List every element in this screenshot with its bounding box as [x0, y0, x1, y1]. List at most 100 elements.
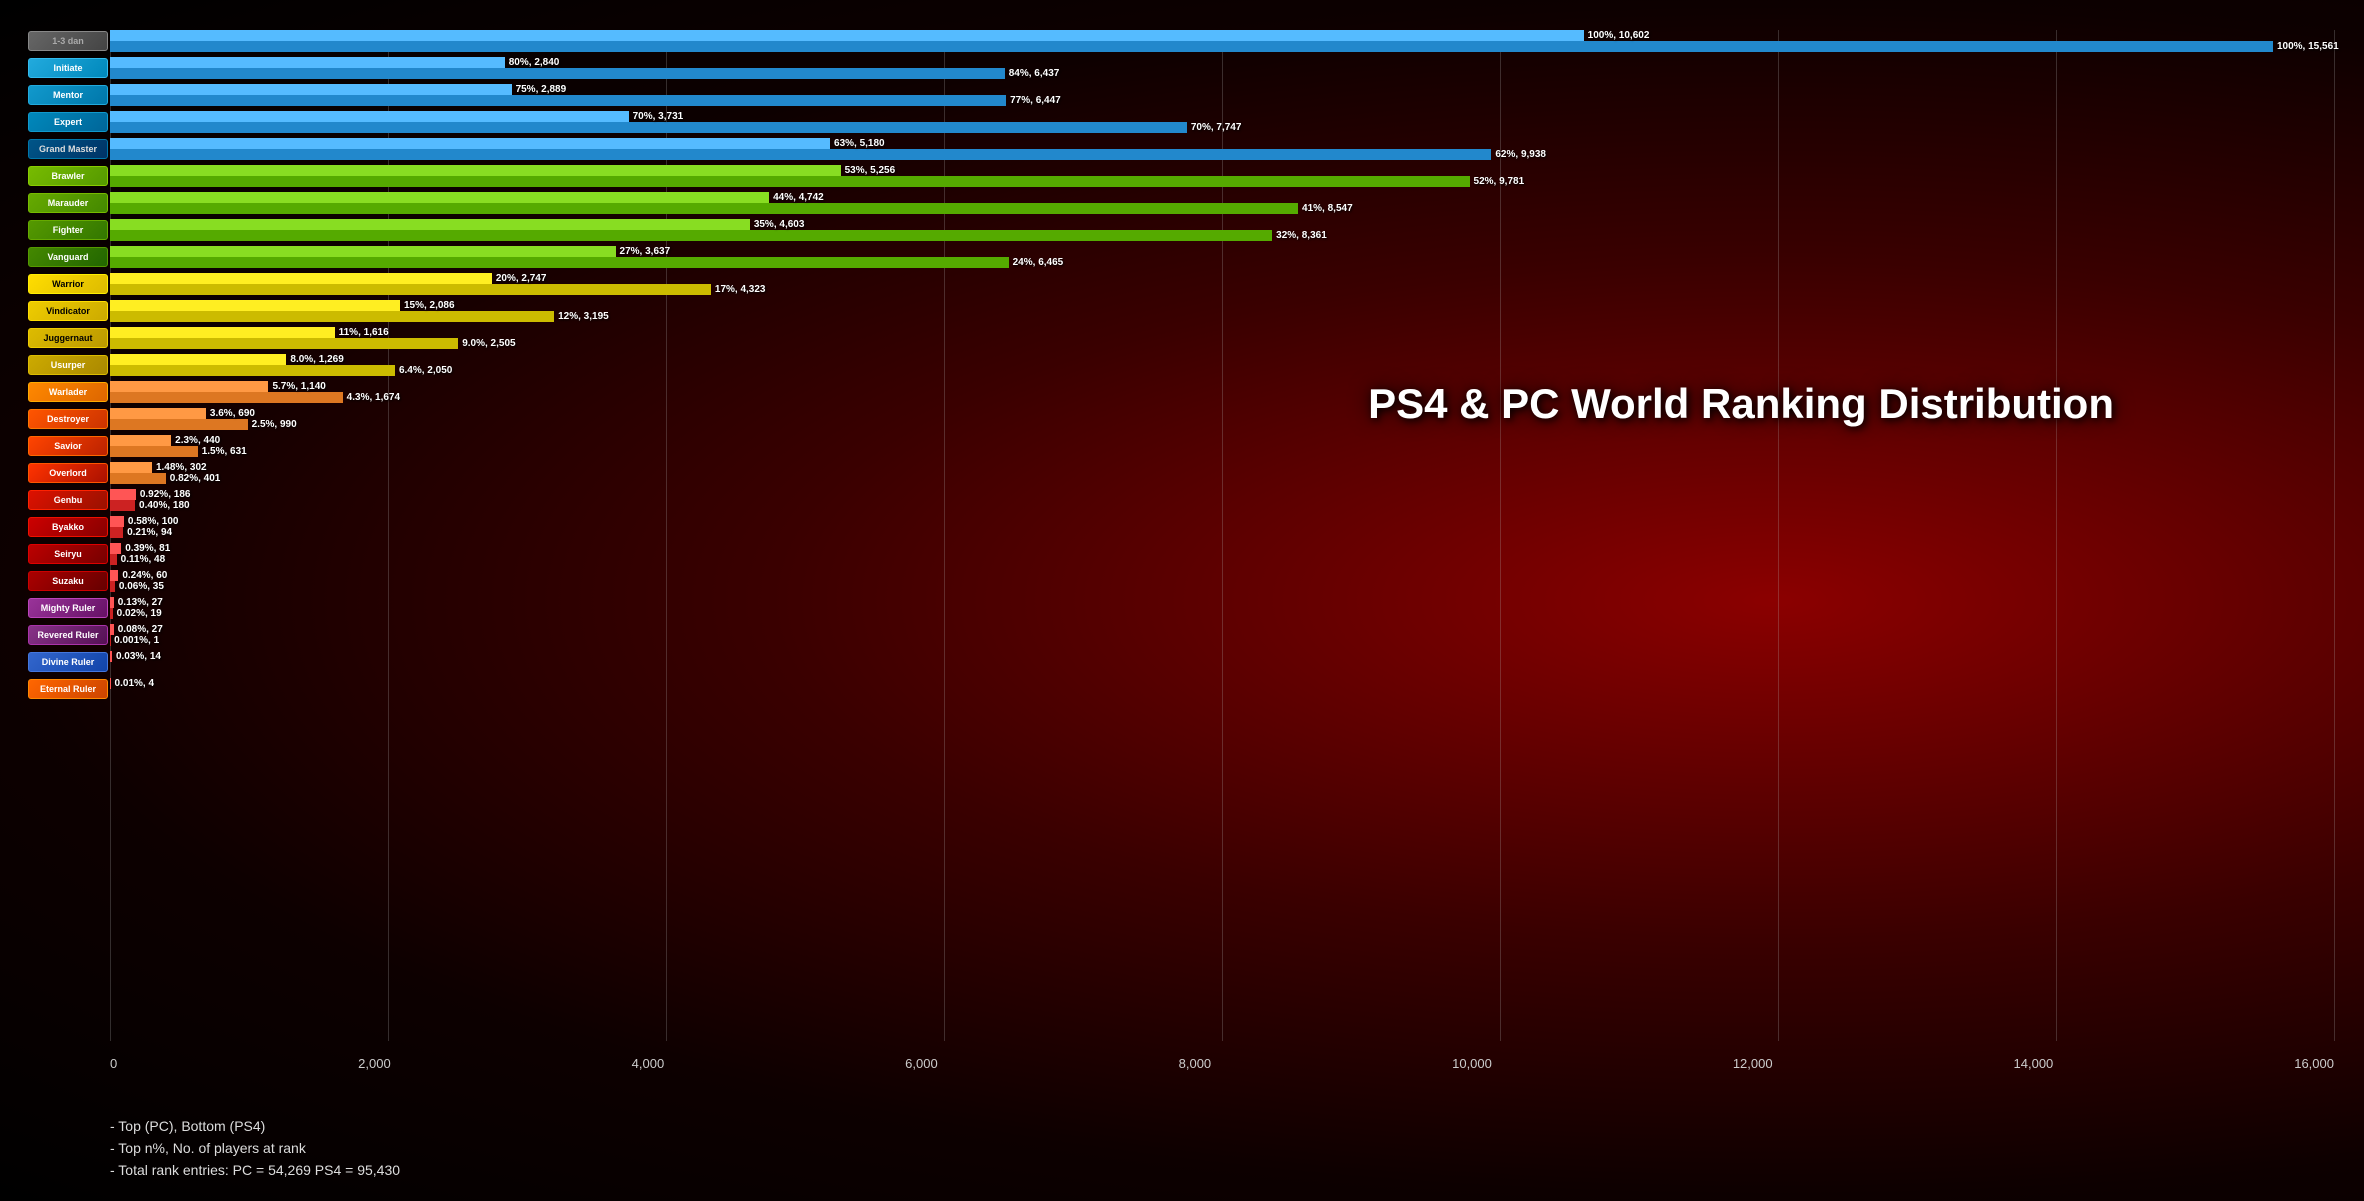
pc-label-13: 5.7%, 1,140: [268, 381, 325, 392]
rank-badge-5: Brawler: [28, 166, 108, 186]
ps4-label-10: 12%, 3,195: [554, 311, 609, 322]
bar-row-mighty-ruler: Mighty Ruler0.13%, 270.02%, 19: [110, 597, 2334, 619]
ps4-bar-11: [110, 338, 458, 349]
bar-row-seiryu: Seiryu0.39%, 810.11%, 48: [110, 543, 2334, 565]
ps4-bar-6: [110, 203, 1298, 214]
pc-bar-10: [110, 300, 400, 311]
ps4-label-13: 4.3%, 1,674: [343, 392, 400, 403]
rank-badge-7: Fighter: [28, 220, 108, 240]
pc-bar-18: [110, 516, 124, 527]
x-label-3: 6,000: [905, 1056, 938, 1071]
ps4-bar-18: [110, 527, 123, 538]
pc-label-12: 8.0%, 1,269: [286, 354, 343, 365]
bar-row-brawler: Brawler53%, 5,25652%, 9,781: [110, 165, 2334, 187]
pc-label-8: 27%, 3,637: [616, 246, 671, 257]
bars-container: 1-3 dan100%, 10,602100%, 15,561 Initiate8…: [110, 30, 2334, 1041]
bar-row-initiate: Initiate80%, 2,84084%, 6,437: [110, 57, 2334, 79]
ps4-label-18: 0.21%, 94: [123, 527, 172, 538]
legend-line3: - Total rank entries: PC = 54,269 PS4 = …: [110, 1159, 400, 1181]
pc-label-2: 75%, 2,889: [512, 84, 567, 95]
ps4-label-17: 0.40%, 180: [135, 500, 190, 511]
ps4-label-6: 41%, 8,547: [1298, 203, 1353, 214]
ps4-bar-2: [110, 95, 1006, 106]
x-label-8: 16,000: [2294, 1056, 2334, 1071]
bar-row-eternal-ruler: Eternal Ruler0.01%, 4: [110, 678, 2334, 700]
ps4-label-4: 62%, 9,938: [1491, 149, 1546, 160]
ps4-bar-15: [110, 446, 198, 457]
ps4-label-20: 0.06%, 35: [115, 581, 164, 592]
ps4-bar-14: [110, 419, 248, 430]
pc-bar-19: [110, 543, 121, 554]
pc-label-10: 15%, 2,086: [400, 300, 455, 311]
pc-label-24: 0.01%, 4: [111, 678, 154, 689]
pc-bar-20: [110, 570, 118, 581]
pc-bar-2: [110, 84, 512, 95]
rank-badge-19: Seiryu: [28, 544, 108, 564]
pc-label-17: 0.92%, 186: [136, 489, 191, 500]
rank-badge-12: Usurper: [28, 355, 108, 375]
pc-bar-5: [110, 165, 841, 176]
pc-label-22: 0.08%, 27: [114, 624, 163, 635]
bar-row-savior: Savior2.3%, 4401.5%, 631: [110, 435, 2334, 457]
pc-bar-6: [110, 192, 769, 203]
ps4-bar-9: [110, 284, 711, 295]
pc-label-14: 3.6%, 690: [206, 408, 255, 419]
rank-badge-16: Overlord: [28, 463, 108, 483]
ps4-bar-5: [110, 176, 1470, 187]
pc-bar-13: [110, 381, 268, 392]
ps4-label-9: 17%, 4,323: [711, 284, 766, 295]
bar-row-vanguard: Vanguard27%, 3,63724%, 6,465: [110, 246, 2334, 268]
ps4-bar-17: [110, 500, 135, 511]
ps4-label-8: 24%, 6,465: [1009, 257, 1064, 268]
rank-badge-6: Marauder: [28, 193, 108, 213]
ps4-label-14: 2.5%, 990: [248, 419, 297, 430]
pc-label-20: 0.24%, 60: [118, 570, 167, 581]
pc-label-6: 44%, 4,742: [769, 192, 824, 203]
x-label-6: 12,000: [1733, 1056, 1773, 1071]
bar-row-warrior: Warrior20%, 2,74717%, 4,323: [110, 273, 2334, 295]
bar-row-1-3-dan: 1-3 dan100%, 10,602100%, 15,561: [110, 30, 2334, 52]
bar-row-vindicator: Vindicator15%, 2,08612%, 3,195: [110, 300, 2334, 322]
bar-row-byakko: Byakko0.58%, 1000.21%, 94: [110, 516, 2334, 538]
bar-row-expert: Expert70%, 3,73170%, 7,747: [110, 111, 2334, 133]
ps4-bar-13: [110, 392, 343, 403]
rank-badge-1: Initiate: [28, 58, 108, 78]
bar-row-mentor: Mentor75%, 2,88977%, 6,447: [110, 84, 2334, 106]
rank-badge-3: Expert: [28, 112, 108, 132]
pc-bar-16: [110, 462, 152, 473]
rank-badge-11: Juggernaut: [28, 328, 108, 348]
ps4-bar-10: [110, 311, 554, 322]
pc-bar-11: [110, 327, 335, 338]
ps4-label-1: 84%, 6,437: [1005, 68, 1060, 79]
ps4-label-2: 77%, 6,447: [1006, 95, 1061, 106]
pc-bar-7: [110, 219, 750, 230]
bar-row-suzaku: Suzaku0.24%, 600.06%, 35: [110, 570, 2334, 592]
pc-label-23: 0.03%, 14: [112, 651, 161, 662]
pc-bar-17: [110, 489, 136, 500]
chart-title: PS4 & PC World Ranking Distribution: [1368, 380, 2114, 428]
ps4-label-7: 32%, 8,361: [1272, 230, 1327, 241]
rank-badge-23: Divine Ruler: [28, 652, 108, 672]
pc-bar-12: [110, 354, 286, 365]
legend-line2: - Top n%, No. of players at rank: [110, 1137, 400, 1159]
ps4-bar-12: [110, 365, 395, 376]
ps4-bar-3: [110, 122, 1187, 133]
pc-label-9: 20%, 2,747: [492, 273, 547, 284]
ps4-label-11: 9.0%, 2,505: [458, 338, 515, 349]
ps4-label-19: 0.11%, 48: [117, 554, 165, 565]
bar-row-grand-master: Grand Master63%, 5,18062%, 9,938: [110, 138, 2334, 160]
ps4-label-21: 0.02%, 19: [113, 608, 162, 619]
pc-bar-4: [110, 138, 830, 149]
x-label-5: 10,000: [1452, 1056, 1492, 1071]
rank-badge-10: Vindicator: [28, 301, 108, 321]
x-label-7: 14,000: [2014, 1056, 2054, 1071]
bar-row-juggernaut: Juggernaut11%, 1,6169.0%, 2,505: [110, 327, 2334, 349]
bar-row-revered-ruler: Revered Ruler0.08%, 270.001%, 1: [110, 624, 2334, 646]
pc-label-0: 100%, 10,602: [1584, 30, 1650, 41]
rank-badge-18: Byakko: [28, 517, 108, 537]
pc-bar-9: [110, 273, 492, 284]
pc-bar-1: [110, 57, 505, 68]
rank-badge-21: Mighty Ruler: [28, 598, 108, 618]
chart-area: PS4 & PC World Ranking Distribution 02,0…: [0, 0, 2364, 1201]
x-label-4: 8,000: [1179, 1056, 1212, 1071]
